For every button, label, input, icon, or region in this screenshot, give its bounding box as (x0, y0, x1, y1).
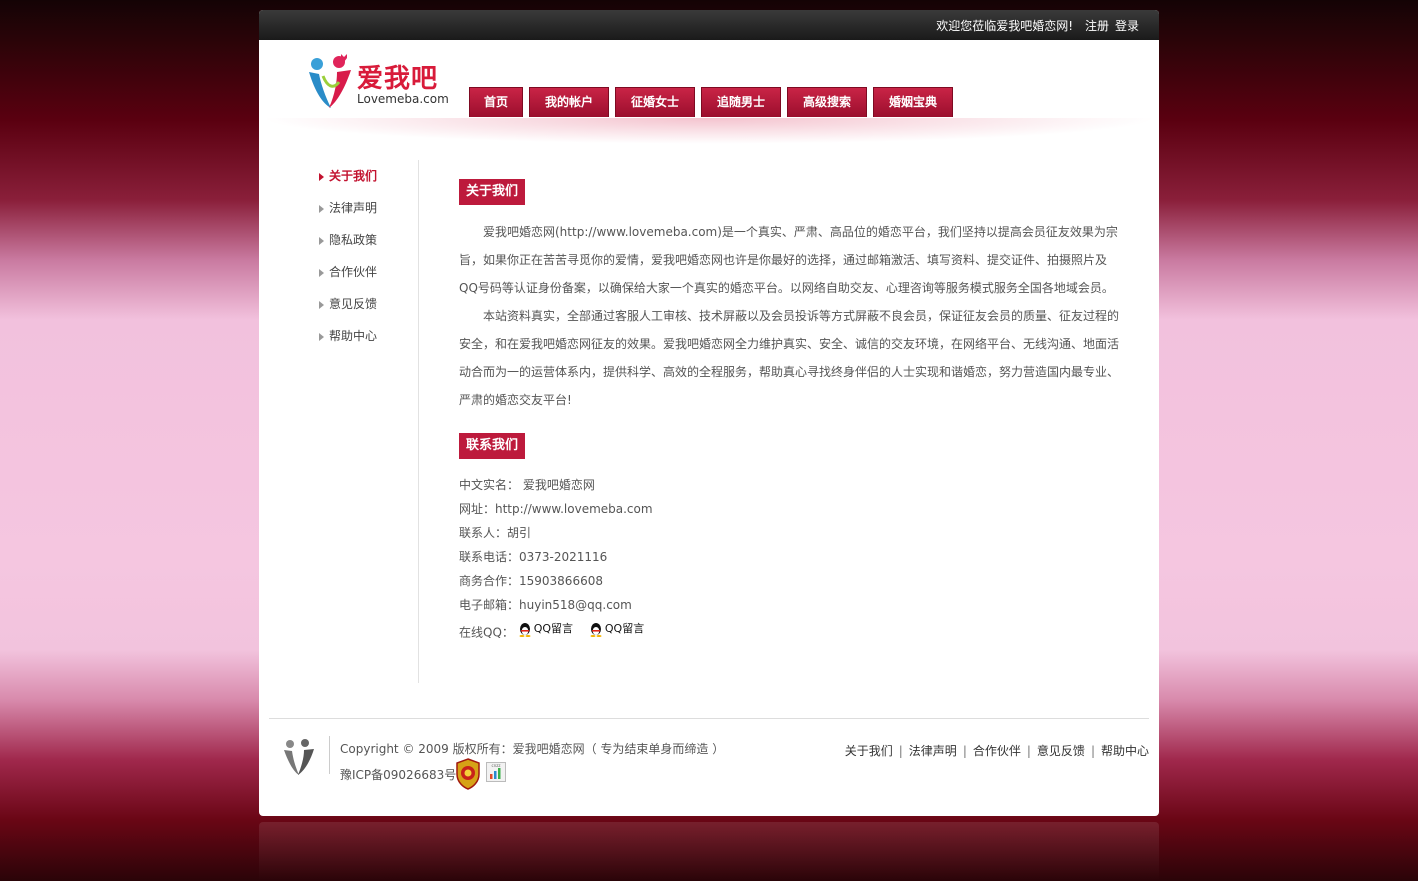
footer-link-separator: | (962, 744, 967, 758)
about-paragraph: 爱我吧婚恋网(http://www.lovemeba.com)是一个真实、严肃、… (459, 225, 1118, 295)
sidebar-item-about[interactable]: 关于我们 (319, 167, 377, 185)
contact-list: 中文实名： 爱我吧婚恋网 网址：http://www.lovemeba.com … (459, 473, 656, 641)
footer-logo-icon (284, 739, 314, 775)
sidebar-divider (418, 160, 419, 683)
register-link[interactable]: 注册 (1085, 17, 1109, 34)
sidebar-item-partners[interactable]: 合作伙伴 (319, 263, 377, 281)
login-link[interactable]: 登录 (1115, 17, 1139, 34)
contact-business: 商务合作：15903866608 (459, 574, 603, 588)
cnzz-stats-badge[interactable]: cnzz (486, 762, 506, 786)
footer: Copyright © 2009 版权所有：爱我吧婚恋网（ 专为结束单身而缔造 … (269, 718, 1149, 816)
logo-domain: Lovemeba.com (357, 92, 449, 106)
about-title: 关于我们 (459, 179, 526, 205)
top-bar: 欢迎您莅临爱我吧婚恋网! 注册 登录 (259, 10, 1159, 40)
qq-label: 在线QQ： (459, 625, 514, 640)
police-badge-icon[interactable] (455, 758, 481, 790)
qq-button-label: QQ留言 (604, 622, 645, 635)
footer-link-feedback[interactable]: 意见反馈 (1037, 744, 1085, 758)
sidebar-item-label: 法律声明 (329, 201, 378, 215)
footer-links: 关于我们 | 法律声明 | 合作伙伴 | 意见反馈 | 帮助中心 (845, 742, 1149, 759)
contact-qq: 在线QQ： QQ留言 QQ留言 (459, 617, 656, 641)
logo-people-icon (309, 54, 351, 108)
footer-link-separator: | (1090, 744, 1095, 758)
footer-divider (269, 718, 1149, 719)
page-reflection (259, 822, 1159, 881)
contact-title: 联系我们 (459, 433, 526, 459)
header: 爱我吧 Lovemeba.com 首页 我的帐户 征婚女士 追随男士 高级搜索 … (259, 40, 1159, 145)
cnzz-label: cnzz (492, 763, 501, 768)
sidebar-item-label: 合作伙伴 (329, 265, 378, 279)
nav-marriage-guide[interactable]: 婚姻宝典 (873, 87, 953, 117)
arrow-right-icon (319, 236, 324, 245)
nav-women[interactable]: 征婚女士 (615, 87, 695, 117)
nav-men[interactable]: 追随男士 (701, 87, 781, 117)
footer-icp[interactable]: 豫ICP备09026683号 (340, 766, 456, 783)
about-paragraph: 本站资料真实，全部通过客服人工审核、技术屏蔽以及会员投诉等方式屏蔽不良会员，保证… (459, 309, 1120, 407)
page-container: 欢迎您莅临爱我吧婚恋网! 注册 登录 爱我吧 Lovemeba.com 首页 我… (259, 10, 1159, 816)
cnzz-chart-icon: cnzz (486, 762, 506, 782)
about-text: 爱我吧婚恋网(http://www.lovemeba.com)是一个真实、严肃、… (459, 218, 1121, 414)
qq-penguin-icon (590, 622, 602, 637)
logo-name: 爱我吧 (357, 64, 439, 94)
footer-link-partners[interactable]: 合作伙伴 (973, 744, 1021, 758)
arrow-right-icon (319, 300, 324, 309)
contact-phone: 联系电话：0373-2021116 (459, 550, 608, 564)
nav-advanced-search[interactable]: 高级搜索 (787, 87, 867, 117)
footer-link-separator: | (898, 744, 903, 758)
nav-my-account[interactable]: 我的帐户 (529, 87, 609, 117)
contact-person: 联系人：胡引 (459, 526, 532, 540)
nav-home[interactable]: 首页 (469, 87, 523, 117)
footer-link-help[interactable]: 帮助中心 (1101, 744, 1149, 758)
qq-button-label: QQ留言 (533, 622, 574, 635)
sidebar-item-privacy[interactable]: 隐私政策 (319, 231, 377, 249)
footer-link-about[interactable]: 关于我们 (845, 744, 893, 758)
qq-penguin-icon (519, 622, 531, 637)
sidebar-item-legal[interactable]: 法律声明 (319, 199, 377, 217)
arrow-right-icon (319, 332, 324, 341)
sidebar-item-feedback[interactable]: 意见反馈 (319, 295, 377, 313)
arrow-right-icon (319, 172, 324, 181)
site-logo[interactable]: 爱我吧 Lovemeba.com (305, 52, 455, 110)
arrow-right-icon (319, 204, 324, 213)
welcome-text: 欢迎您莅临爱我吧婚恋网! (936, 19, 1073, 33)
sidebar-item-label: 关于我们 (329, 169, 378, 183)
qq-message-button[interactable]: QQ留言 (518, 617, 573, 641)
arrow-right-icon (319, 268, 324, 277)
footer-link-separator: | (1026, 744, 1031, 758)
contact-email: 电子邮箱：huyin518@qq.com (459, 598, 632, 612)
sidebar-item-label: 意见反馈 (329, 297, 378, 311)
sidebar-item-label: 帮助中心 (329, 329, 378, 343)
qq-message-button[interactable]: QQ留言 (589, 617, 644, 641)
sidebar-item-help[interactable]: 帮助中心 (319, 327, 377, 345)
footer-copyright: Copyright © 2009 版权所有：爱我吧婚恋网（ 专为结束单身而缔造 … (340, 742, 725, 756)
footer-link-legal[interactable]: 法律声明 (909, 744, 957, 758)
header-glow (259, 118, 1159, 144)
footer-separator (329, 736, 330, 774)
contact-name: 中文实名： 爱我吧婚恋网 (459, 478, 595, 492)
contact-website: 网址：http://www.lovemeba.com (459, 502, 653, 516)
sidebar-item-label: 隐私政策 (329, 233, 378, 247)
